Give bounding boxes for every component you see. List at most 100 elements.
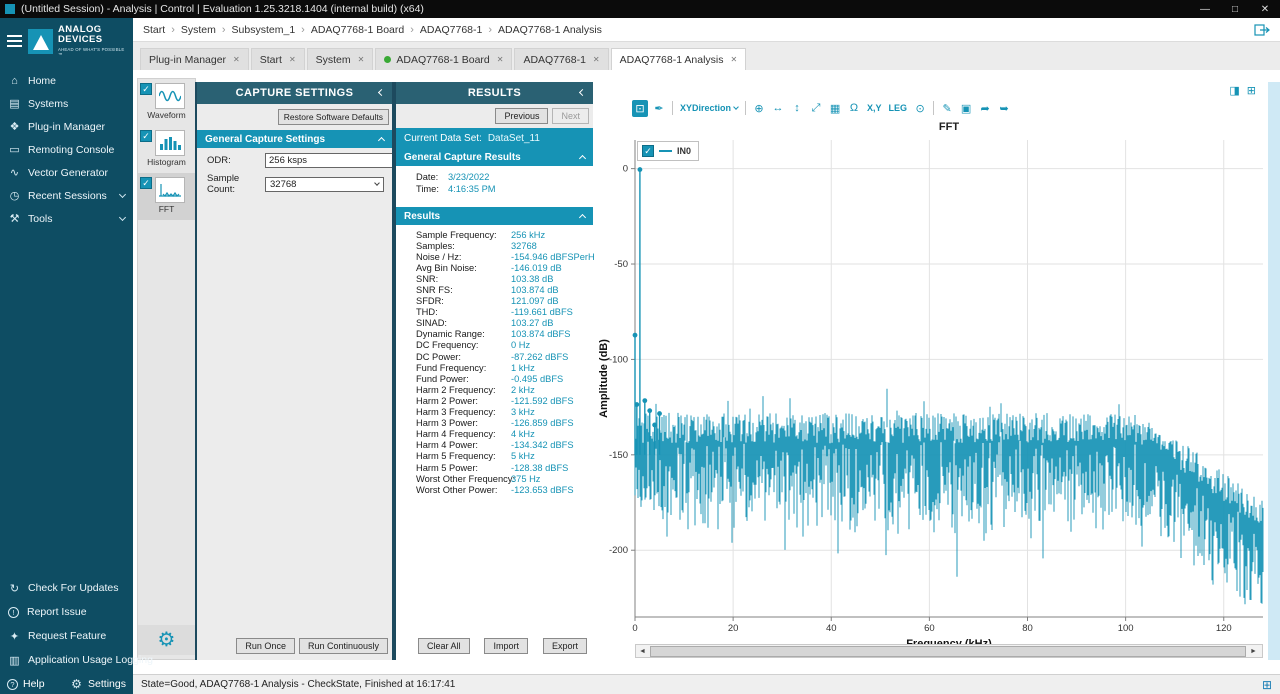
- view-checkbox[interactable]: ✓: [140, 83, 152, 95]
- close-icon[interactable]: ✕: [497, 55, 504, 64]
- run-once-button[interactable]: Run Once: [236, 638, 295, 654]
- breadcrumb-item-adaq7768-1[interactable]: ADAQ7768-1: [420, 24, 482, 36]
- logo-name-2: DEVICES: [58, 35, 129, 45]
- horizontal-scrollbar[interactable]: ◄ ►: [635, 644, 1263, 658]
- collapse-panel-chevron-icon[interactable]: [579, 89, 586, 96]
- fit-to-view-tool[interactable]: ⤢: [808, 100, 824, 117]
- fft-plot-area[interactable]: 0204060801001200-50-100-150-200Frequency…: [595, 135, 1268, 665]
- tab-adaq7768-1-board[interactable]: ADAQ7768-1 Board✕: [375, 48, 512, 70]
- sidebar-item-tools[interactable]: ⚒Tools: [0, 207, 133, 230]
- scroll-left-icon[interactable]: ◄: [636, 648, 649, 655]
- tab-adaq7768-1[interactable]: ADAQ7768-1✕: [514, 48, 608, 70]
- sidebar-item-home[interactable]: ⌂Home: [0, 69, 133, 92]
- result-value: 103.27 dB: [511, 318, 553, 328]
- grid-options-icon[interactable]: ⊞: [1247, 84, 1256, 97]
- display-grid-icon[interactable]: ⊞: [1262, 678, 1272, 692]
- export-plot-button[interactable]: ➥: [996, 100, 1012, 117]
- view-checkbox[interactable]: ✓: [140, 130, 152, 142]
- zoom-tool[interactable]: ⊙: [912, 100, 928, 117]
- status-bar: State=Good, ADAQ7768-1 Analysis - CheckS…: [133, 674, 1280, 694]
- run-continuously-button[interactable]: Run Continuously: [299, 638, 388, 654]
- breadcrumb-item-adaq7768-1-analysis[interactable]: ADAQ7768-1 Analysis: [498, 24, 602, 36]
- legend-checkbox-in0[interactable]: ✓: [642, 145, 654, 157]
- scroll-right-icon[interactable]: ►: [1247, 648, 1260, 655]
- close-button[interactable]: ✕: [1250, 0, 1280, 18]
- pan-vertical-tool[interactable]: ↕: [789, 100, 805, 117]
- view-histogram[interactable]: ✓Histogram: [138, 126, 195, 173]
- box-select-tool[interactable]: ⊡: [632, 100, 648, 117]
- view-checkbox[interactable]: ✓: [140, 177, 152, 189]
- breadcrumb-item-subsystem-1[interactable]: Subsystem_1: [232, 24, 296, 36]
- sidebar-item-vector-generator[interactable]: ∿Vector Generator: [0, 161, 133, 184]
- chart-toolbar: ⊡✒ XYDirection ⊕↔↕⤢▦ΩX,YLEG⊙ ✎▣➦➥: [632, 98, 1012, 118]
- close-icon[interactable]: ✕: [593, 55, 600, 64]
- tab-plug-in-manager[interactable]: Plug-in Manager✕: [140, 48, 249, 70]
- tab-start[interactable]: Start✕: [251, 48, 305, 70]
- menu-icon[interactable]: [7, 32, 22, 50]
- sidebar-footer: ? Help ⚙ Settings: [0, 674, 133, 694]
- help-icon: ?: [7, 679, 18, 690]
- general-capture-settings-section[interactable]: General Capture Settings: [197, 130, 392, 148]
- sidebar-item-systems[interactable]: ▤Systems: [0, 92, 133, 115]
- brush-tool[interactable]: ✒: [651, 100, 667, 117]
- scroll-thumb[interactable]: [650, 646, 1246, 657]
- breadcrumb-item-adaq7768-1-board[interactable]: ADAQ7768-1 Board: [311, 24, 404, 36]
- zoom-out-full-tool[interactable]: Ω: [846, 100, 862, 117]
- box-zoom-tool[interactable]: ▦: [827, 100, 843, 117]
- sample-count-select[interactable]: 32768: [265, 177, 384, 192]
- sidebar-item-check-for-updates[interactable]: ↻Check For Updates: [0, 576, 133, 600]
- close-icon[interactable]: ✕: [289, 55, 296, 64]
- next-button[interactable]: Next: [552, 108, 589, 124]
- sidebar-item-report-issue[interactable]: !Report Issue: [0, 600, 133, 624]
- close-icon[interactable]: ✕: [731, 55, 738, 64]
- close-icon[interactable]: ✕: [358, 55, 365, 64]
- collapse-panel-chevron-icon[interactable]: [378, 89, 385, 96]
- xy-direction-dropdown[interactable]: XYDirection: [678, 100, 740, 117]
- tab-system[interactable]: System✕: [307, 48, 374, 70]
- close-icon[interactable]: ✕: [233, 55, 240, 64]
- time-label: Time:: [416, 184, 448, 194]
- crosshair-tool[interactable]: ⊕: [751, 100, 767, 117]
- analysis-settings-gear-button[interactable]: ⚙: [138, 625, 195, 655]
- sidebar-item-request-feature[interactable]: ✦Request Feature: [0, 624, 133, 648]
- xy-coordinates-toggle[interactable]: X,Y: [865, 100, 884, 117]
- fft-icon[interactable]: [155, 177, 185, 203]
- tab-adaq7768-1-analysis[interactable]: ADAQ7768-1 Analysis✕: [611, 48, 747, 70]
- legend-toggle[interactable]: LEG: [887, 100, 910, 117]
- odr-input[interactable]: [265, 153, 405, 168]
- clear-all-button[interactable]: Clear All: [418, 638, 470, 654]
- sidebar-item-settings[interactable]: ⚙ Settings: [70, 677, 126, 691]
- sidebar-item-help[interactable]: ? Help: [7, 678, 45, 690]
- view-fft[interactable]: ✓FFT: [138, 173, 195, 220]
- sidebar-item-application-usage-logging[interactable]: ▥Application Usage Logging: [0, 648, 133, 672]
- results-section[interactable]: Results: [396, 207, 593, 225]
- sidebar-item-recent-sessions[interactable]: ◷Recent Sessions: [0, 184, 133, 207]
- minimize-button[interactable]: —: [1190, 0, 1220, 18]
- clock-icon: ◷: [8, 189, 21, 202]
- sidebar-item-remoting-console[interactable]: ▭Remoting Console: [0, 138, 133, 161]
- collapse-panel-icon[interactable]: ◨: [1229, 84, 1239, 97]
- restore-defaults-button[interactable]: Restore Software Defaults: [278, 109, 389, 125]
- general-capture-results-section[interactable]: General Capture Results: [396, 148, 593, 166]
- breadcrumb-item-start[interactable]: Start: [143, 24, 165, 36]
- export-button[interactable]: Export: [543, 638, 587, 654]
- result-row-fund-power: Fund Power:-0.495 dBFS: [396, 373, 593, 384]
- result-row-worst-other-frequency: Worst Other Frequency:375 Hz: [396, 473, 593, 484]
- right-scroll-strip[interactable]: [1268, 82, 1280, 660]
- breadcrumb-separator-icon: ›: [410, 24, 414, 36]
- histogram-icon[interactable]: [155, 130, 185, 156]
- waveform-icon[interactable]: [155, 83, 185, 109]
- image-export-button[interactable]: ▣: [958, 100, 974, 117]
- previous-button[interactable]: Previous: [495, 108, 548, 124]
- result-row-noise-hz: Noise / Hz:-154.946 dBFSPerHz: [396, 251, 593, 262]
- view-waveform[interactable]: ✓Waveform: [138, 79, 195, 126]
- annotate-tool[interactable]: ✎: [939, 100, 955, 117]
- session-export-icon[interactable]: [1254, 23, 1271, 37]
- maximize-button[interactable]: □: [1220, 0, 1250, 18]
- sidebar-item-plug-in-manager[interactable]: ❖Plug-in Manager: [0, 115, 133, 138]
- copy-plot-button[interactable]: ➦: [977, 100, 993, 117]
- toolbar-separator: [745, 101, 746, 115]
- import-button[interactable]: Import: [484, 638, 528, 654]
- pan-horizontal-tool[interactable]: ↔: [770, 100, 786, 117]
- breadcrumb-item-system[interactable]: System: [181, 24, 216, 36]
